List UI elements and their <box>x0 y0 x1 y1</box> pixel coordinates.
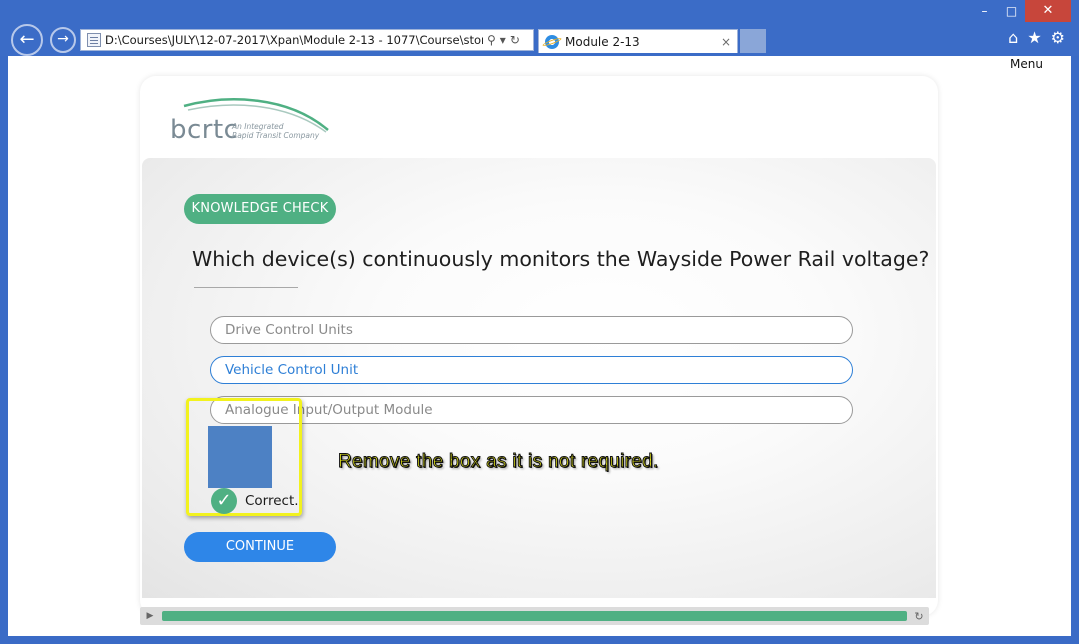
question-text: Which device(s) continuously monitors th… <box>192 247 930 271</box>
address-bar[interactable]: D:\Courses\JULY\12-07-2017\Xpan\Module 2… <box>80 29 534 51</box>
page-content: Menu bcrtc An Integrated Rapid Transit C… <box>8 56 1071 636</box>
browser-window: – □ ✕ ← → D:\Courses\JULY\12-07-2017\Xpa… <box>0 0 1079 644</box>
feedback-text: Correct. <box>245 493 299 509</box>
settings-icon[interactable]: ⚙ <box>1051 28 1065 47</box>
url-text[interactable]: D:\Courses\JULY\12-07-2017\Xpan\Module 2… <box>105 33 483 47</box>
feedback: ✓ Correct. <box>211 488 299 514</box>
home-icon[interactable]: ⌂ <box>1008 28 1018 47</box>
favorites-icon[interactable]: ★ <box>1027 28 1041 47</box>
quiz-slide: KNOWLEDGE CHECK Which device(s) continuo… <box>142 158 936 598</box>
answer-option[interactable]: Analogue Input/Output Module <box>210 396 853 424</box>
search-icon[interactable]: ⚲ <box>487 33 496 47</box>
play-icon[interactable]: ▶ <box>142 611 158 621</box>
answer-option[interactable]: Drive Control Units <box>210 316 853 344</box>
tab-module-2-13[interactable]: Module 2-13 × <box>538 29 738 53</box>
back-button[interactable]: ← <box>11 24 43 56</box>
replay-icon[interactable]: ↻ <box>911 610 927 623</box>
maximize-button[interactable]: □ <box>998 0 1025 22</box>
forward-button[interactable]: → <box>50 27 76 53</box>
progress-track[interactable] <box>162 611 907 621</box>
player-progress-bar: ▶ ↻ <box>140 607 929 625</box>
answer-option-selected[interactable]: Vehicle Control Unit <box>210 356 853 384</box>
knowledge-check-badge: KNOWLEDGE CHECK <box>184 194 336 224</box>
ie-icon <box>545 34 559 49</box>
check-icon: ✓ <box>211 488 237 514</box>
menu-link[interactable]: Menu <box>1010 57 1043 71</box>
annotation-callout: Remove the box as it is not required. <box>338 451 659 473</box>
back-arrow-icon: ← <box>19 29 35 50</box>
dropdown-icon[interactable]: ▾ <box>500 33 506 47</box>
window-controls: – □ ✕ <box>971 0 1071 22</box>
logo-tagline: An Integrated Rapid Transit Company <box>232 122 320 140</box>
tab-close-icon[interactable]: × <box>721 35 731 49</box>
forward-arrow-icon: → <box>57 31 69 47</box>
browser-toolbar: ⌂ ★ ⚙ <box>1008 28 1065 47</box>
page-icon <box>87 33 101 47</box>
minimize-button[interactable]: – <box>971 0 998 22</box>
progress-fill <box>162 611 907 621</box>
new-tab-button[interactable] <box>740 29 766 53</box>
question-divider <box>194 287 298 288</box>
close-window-button[interactable]: ✕ <box>1025 0 1071 22</box>
continue-button[interactable]: CONTINUE <box>184 532 336 562</box>
title-bar: – □ ✕ ← → D:\Courses\JULY\12-07-2017\Xpa… <box>0 0 1079 56</box>
course-stage: bcrtc An Integrated Rapid Transit Compan… <box>140 76 938 616</box>
logo-wordmark: bcrtc <box>170 115 239 145</box>
refresh-icon[interactable]: ↻ <box>510 33 520 47</box>
tab-title: Module 2-13 <box>565 34 640 49</box>
bcrtc-logo: bcrtc An Integrated Rapid Transit Compan… <box>168 96 338 146</box>
